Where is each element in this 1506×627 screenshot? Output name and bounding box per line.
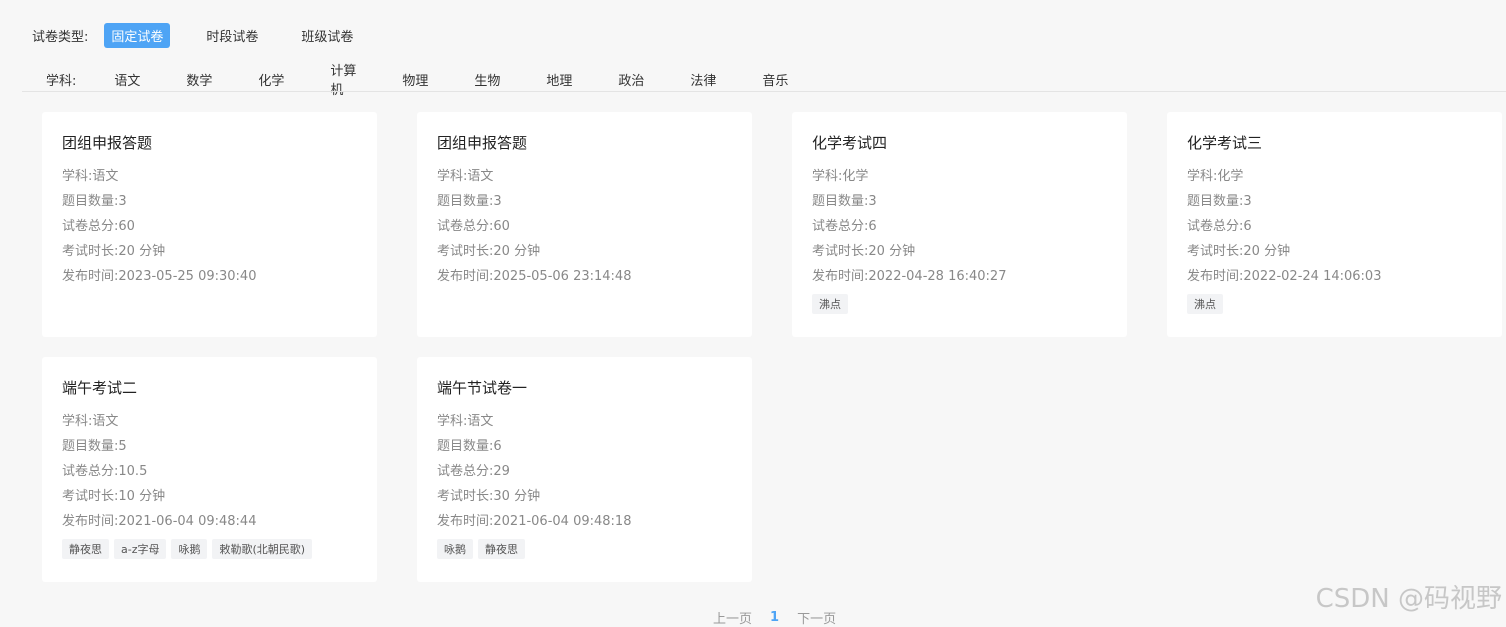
subject-chip-computer[interactable]: 计算机 — [330, 57, 366, 101]
subject-chip-biology[interactable]: 生物 — [474, 67, 510, 92]
subject-chip-geography[interactable]: 地理 — [546, 67, 582, 92]
exam-question-count: 题目数量:3 — [1187, 194, 1252, 209]
exam-tag: a-z字母 — [114, 539, 167, 559]
watermark: CSDN @码视野 — [1315, 584, 1502, 614]
exam-tag: 敕勒歌(北朝民歌) — [212, 539, 313, 559]
exam-tags: 沸点 — [1187, 294, 1482, 314]
next-page-button[interactable]: 下一页 — [797, 608, 836, 627]
exam-total-score: 试卷总分:60 — [437, 219, 510, 234]
exam-duration: 考试时长:20 分钟 — [812, 244, 916, 259]
exam-card[interactable]: 端午考试二 学科:语文 题目数量:5 试卷总分:10.5 考试时长:10 分钟 … — [42, 357, 377, 582]
pagination: 上一页 1 下一页 — [713, 608, 836, 627]
subject-chip-physics[interactable]: 物理 — [402, 67, 438, 92]
exam-publish-time: 发布时间:2023-05-25 09:30:40 — [62, 269, 257, 284]
exam-card[interactable]: 化学考试三 学科:化学 题目数量:3 试卷总分:6 考试时长:20 分钟 发布时… — [1167, 112, 1502, 337]
type-chip-timed[interactable]: 时段试卷 — [199, 23, 265, 48]
exam-question-count: 题目数量:3 — [62, 194, 127, 209]
exam-tags: 咏鹅 静夜思 — [437, 539, 732, 559]
paper-type-label: 试卷类型: — [32, 30, 89, 45]
exam-card[interactable]: 团组申报答题 学科:语文 题目数量:3 试卷总分:60 考试时长:20 分钟 发… — [42, 112, 377, 337]
exam-tag: 咏鹅 — [171, 539, 208, 559]
subject-chip-politics[interactable]: 政治 — [618, 67, 654, 92]
exam-duration: 考试时长:30 分钟 — [437, 489, 541, 504]
subject-chip-chinese[interactable]: 语文 — [114, 67, 150, 92]
paper-type-filter: 试卷类型: 固定试卷 时段试卷 班级试卷 — [32, 23, 389, 48]
exam-subject: 学科:语文 — [437, 169, 494, 184]
exam-question-count: 题目数量:3 — [812, 194, 877, 209]
exam-card[interactable]: 端午节试卷一 学科:语文 题目数量:6 试卷总分:29 考试时长:30 分钟 发… — [417, 357, 752, 582]
exam-publish-time: 发布时间:2022-02-24 14:06:03 — [1187, 269, 1382, 284]
exam-duration: 考试时长:20 分钟 — [62, 244, 166, 259]
exam-total-score: 试卷总分:6 — [1187, 219, 1252, 234]
type-chip-fixed[interactable]: 固定试卷 — [104, 23, 171, 48]
exam-card[interactable]: 化学考试四 学科:化学 题目数量:3 试卷总分:6 考试时长:20 分钟 发布时… — [792, 112, 1127, 337]
exam-subject: 学科:语文 — [62, 414, 119, 429]
subject-filter-label: 学科: — [46, 73, 77, 89]
exam-publish-time: 发布时间:2021-06-04 09:48:18 — [437, 514, 632, 529]
exam-card-title: 化学考试三 — [1187, 134, 1263, 152]
subject-filter: 学科: 语文 数学 化学 计算机 物理 生物 地理 政治 法律 音乐 — [46, 57, 834, 101]
exam-publish-time: 发布时间:2021-06-04 09:48:44 — [62, 514, 257, 529]
exam-question-count: 题目数量:6 — [437, 439, 502, 454]
exam-question-count: 题目数量:5 — [62, 439, 127, 454]
exam-total-score: 试卷总分:10.5 — [62, 464, 148, 479]
exam-tag: 咏鹅 — [437, 539, 473, 559]
exam-card-title: 端午节试卷一 — [437, 379, 528, 397]
exam-subject: 学科:语文 — [437, 414, 494, 429]
exam-tag: 沸点 — [812, 294, 848, 314]
filter-divider — [22, 91, 1506, 92]
exam-tags: 沸点 — [812, 294, 1107, 314]
exam-question-count: 题目数量:3 — [437, 194, 502, 209]
exam-tag: 静夜思 — [478, 539, 525, 559]
exam-tags: 静夜思 a-z字母 咏鹅 敕勒歌(北朝民歌) — [62, 539, 357, 559]
exam-card-title: 端午考试二 — [62, 379, 138, 397]
subject-chip-law[interactable]: 法律 — [690, 67, 726, 92]
exam-subject: 学科:语文 — [62, 169, 119, 184]
exam-publish-time: 发布时间:2022-04-28 16:40:27 — [812, 269, 1007, 284]
exam-publish-time: 发布时间:2025-05-06 23:14:48 — [437, 269, 632, 284]
exam-card[interactable]: 团组申报答题 学科:语文 题目数量:3 试卷总分:60 考试时长:20 分钟 发… — [417, 112, 752, 337]
exam-total-score: 试卷总分:29 — [437, 464, 510, 479]
exam-duration: 考试时长:20 分钟 — [437, 244, 541, 259]
subject-chip-math[interactable]: 数学 — [186, 67, 222, 92]
exam-subject: 学科:化学 — [812, 169, 869, 184]
subject-chip-chemistry[interactable]: 化学 — [258, 67, 294, 92]
exam-duration: 考试时长:20 分钟 — [1187, 244, 1291, 259]
exam-duration: 考试时长:10 分钟 — [62, 489, 166, 504]
type-chip-class[interactable]: 班级试卷 — [294, 23, 360, 48]
subject-chip-music[interactable]: 音乐 — [762, 67, 798, 92]
exam-total-score: 试卷总分:60 — [62, 219, 135, 234]
exam-card-title: 团组申报答题 — [62, 134, 153, 152]
exam-subject: 学科:化学 — [1187, 169, 1244, 184]
exam-tag: 静夜思 — [62, 539, 109, 559]
exam-tag: 沸点 — [1187, 294, 1223, 314]
exam-card-title: 团组申报答题 — [437, 134, 528, 152]
exam-card-title: 化学考试四 — [812, 134, 888, 152]
prev-page-button[interactable]: 上一页 — [713, 608, 752, 627]
exam-total-score: 试卷总分:6 — [812, 219, 877, 234]
